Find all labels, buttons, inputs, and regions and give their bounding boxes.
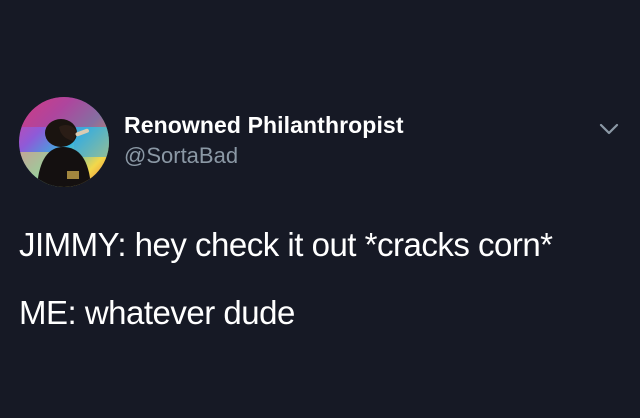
tweet-text-line: JIMMY: hey check it out *cracks corn* xyxy=(19,226,553,263)
user-avatar[interactable] xyxy=(19,97,109,187)
tweet-text-line: ME: whatever dude xyxy=(19,294,295,331)
author-display-name[interactable]: Renowned Philanthropist xyxy=(124,112,404,139)
author-handle[interactable]: @SortaBad xyxy=(124,143,238,169)
tweet-card: Renowned Philanthropist @SortaBad JIMMY:… xyxy=(0,0,640,418)
tweet-body: JIMMY: hey check it out *cracks corn* ME… xyxy=(19,226,629,332)
avatar-image xyxy=(19,97,109,187)
chevron-down-icon[interactable] xyxy=(595,118,623,140)
